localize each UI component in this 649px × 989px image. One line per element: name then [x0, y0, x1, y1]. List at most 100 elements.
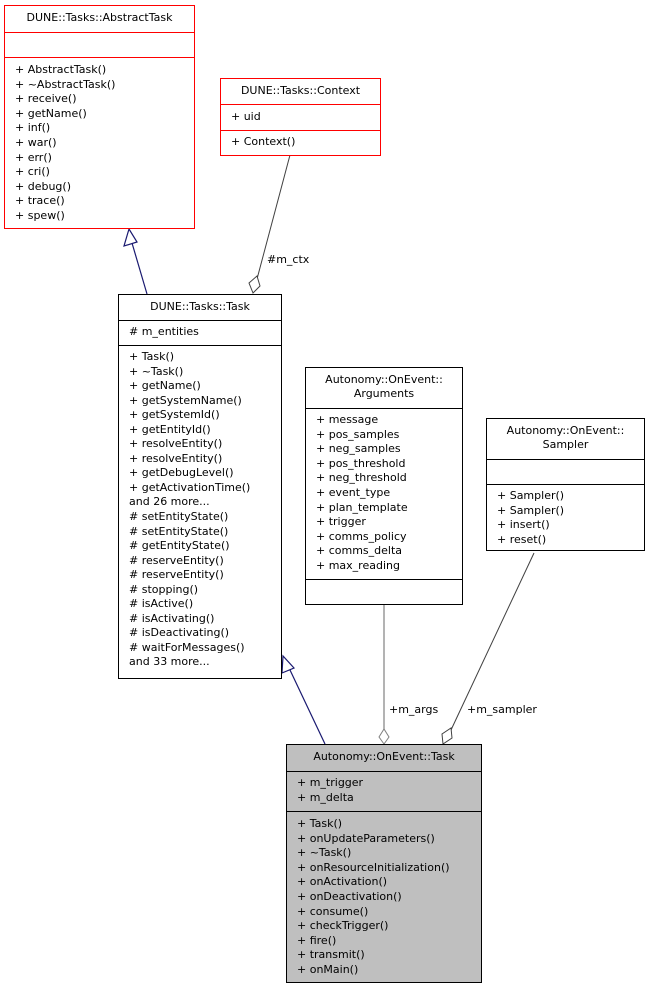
method-item: # setEntityState(): [129, 510, 229, 524]
class-sampler[interactable]: Autonomy::OnEvent:: Sampler + Sampler() +…: [486, 418, 645, 551]
method-item: + transmit(): [297, 948, 365, 962]
method-item: + debug(): [15, 179, 71, 193]
attribute-item: + trigger: [316, 515, 366, 529]
method-item: + getSystemName(): [129, 393, 242, 407]
edge-label-sampler: +m_sampler: [467, 703, 537, 716]
attribute-item: + neg_samples: [316, 442, 401, 456]
class-title-line: Autonomy::OnEvent::: [506, 424, 625, 437]
more-members-link[interactable]: and 33 more...: [129, 655, 281, 670]
method-item: + Sampler(): [497, 503, 565, 517]
more-members-link[interactable]: and 26 more...: [129, 495, 281, 510]
method-item: + reset(): [497, 532, 547, 546]
methods-section: + Sampler() + Sampler() + insert() + reset(…: [487, 484, 644, 549]
method-item: + err(): [15, 150, 52, 164]
method-item: + AbstractTask(): [15, 63, 107, 76]
attribute-item: # m_entities: [129, 325, 199, 338]
method-item: # reserveEntity(): [129, 568, 224, 582]
attributes-section: + uid: [221, 104, 380, 130]
inherit-arrowhead-icon: [123, 227, 138, 247]
method-item: + cri(): [15, 165, 50, 179]
attribute-item: + comms_delta: [316, 544, 403, 558]
method-item: + getName(): [129, 379, 201, 393]
method-item: + ~AbstractTask(): [15, 77, 116, 91]
methods-section: + Context(): [221, 130, 380, 152]
class-abstract-task[interactable]: DUNE::Tasks::AbstractTask + AbstractTask…: [4, 5, 195, 229]
method-item: + trace(): [15, 194, 65, 208]
aggregation-diamond-icon: [441, 727, 453, 745]
attribute-item: + message: [316, 413, 379, 426]
class-title: Autonomy::OnEvent:: Arguments: [306, 368, 462, 408]
attribute-item: + event_type: [316, 485, 391, 499]
class-title: DUNE::Tasks::Task: [150, 300, 250, 313]
method-item: + onActivation(): [297, 875, 388, 889]
class-context[interactable]: DUNE::Tasks::Context + uid + Context(): [220, 78, 381, 156]
method-item: + receive(): [15, 92, 77, 106]
method-item: + fire(): [297, 933, 337, 947]
method-item: + getSystemId(): [129, 408, 220, 422]
method-item: + Task(): [297, 817, 343, 830]
method-item: + consume(): [297, 904, 369, 918]
attribute-item: + m_trigger: [297, 776, 364, 789]
method-item: + insert(): [497, 518, 550, 532]
attributes-section: # m_entities: [119, 320, 281, 345]
edge-label-args: +m_args: [389, 703, 439, 716]
method-item: + getActivationTime(): [129, 480, 251, 494]
attribute-item: + max_reading: [316, 558, 400, 572]
method-item: + Sampler(): [497, 489, 565, 502]
method-item: + Task(): [129, 350, 175, 363]
method-item: + getDebugLevel(): [129, 466, 234, 480]
aggregation-diamond-icon: [248, 275, 261, 294]
attribute-item: + comms_policy: [316, 529, 407, 543]
method-item: + onDeactivation(): [297, 889, 402, 903]
attributes-section: [487, 459, 644, 484]
method-item: # reserveEntity(): [129, 553, 224, 567]
class-title-line: Autonomy::OnEvent::: [325, 373, 443, 386]
method-item: + ~Task(): [297, 846, 352, 860]
method-item: + spew(): [15, 208, 65, 222]
inherit-arrowhead-icon: [281, 654, 296, 674]
class-dune-task[interactable]: DUNE::Tasks::Task # m_entities + Task() +…: [118, 294, 282, 679]
method-item: + onResourceInitialization(): [297, 860, 450, 874]
class-title: Autonomy::OnEvent::Task: [313, 750, 455, 763]
methods-section: [306, 579, 462, 604]
methods-section: + AbstractTask() + ~AbstractTask() + recei…: [5, 57, 194, 226]
method-item: # getEntityState(): [129, 539, 230, 553]
method-item: # stopping(): [129, 582, 199, 596]
attribute-item: + uid: [231, 110, 261, 123]
method-item: + Context(): [231, 135, 296, 148]
method-item: + getName(): [15, 106, 87, 120]
method-item: + war(): [15, 135, 57, 149]
method-item: + resolveEntity(): [129, 451, 223, 465]
method-item: + inf(): [15, 121, 51, 135]
edge-inherit-abstracttask: [131, 242, 148, 295]
method-item: # isDeactivating(): [129, 626, 230, 640]
methods-section: + Task() + ~Task() + getName() + getSystemN…: [119, 345, 281, 672]
class-title-line: Arguments: [353, 387, 415, 400]
class-title: Autonomy::OnEvent:: Sampler: [487, 419, 644, 459]
attributes-section: + message + pos_samples + neg_samples + pos…: [306, 408, 462, 579]
class-title-line: Sampler: [542, 438, 589, 451]
class-arguments[interactable]: Autonomy::OnEvent:: Arguments + message +…: [305, 367, 463, 605]
class-title: DUNE::Tasks::Context: [240, 84, 361, 97]
method-item: + resolveEntity(): [129, 437, 223, 451]
method-item: + checkTrigger(): [297, 919, 389, 933]
attribute-item: + neg_threshold: [316, 471, 407, 485]
attribute-item: + m_delta: [297, 790, 354, 804]
attribute-item: + pos_samples: [316, 427, 400, 441]
edge-inherit-task: [289, 669, 326, 745]
method-item: # waitForMessages(): [129, 640, 245, 654]
class-title: DUNE::Tasks::AbstractTask: [26, 11, 173, 24]
method-item: # isActivating(): [129, 611, 215, 625]
methods-section: + Task() + onUpdateParameters() + ~Task() +…: [287, 811, 481, 980]
method-item: # isActive(): [129, 597, 194, 611]
attribute-item: + pos_threshold: [316, 456, 406, 470]
method-item: + getEntityId(): [129, 422, 211, 436]
class-onevent-task[interactable]: Autonomy::OnEvent::Task + m_trigger + m_d…: [286, 744, 482, 983]
edge-label-ctx: #m_ctx: [267, 253, 310, 266]
method-item: + onUpdateParameters(): [297, 831, 435, 845]
method-item: + ~Task(): [129, 364, 184, 378]
attributes-section: + m_trigger + m_delta: [287, 771, 481, 811]
method-item: + onMain(): [297, 962, 359, 976]
aggregation-diamond-icon: [378, 728, 390, 745]
method-item: # setEntityState(): [129, 524, 229, 538]
